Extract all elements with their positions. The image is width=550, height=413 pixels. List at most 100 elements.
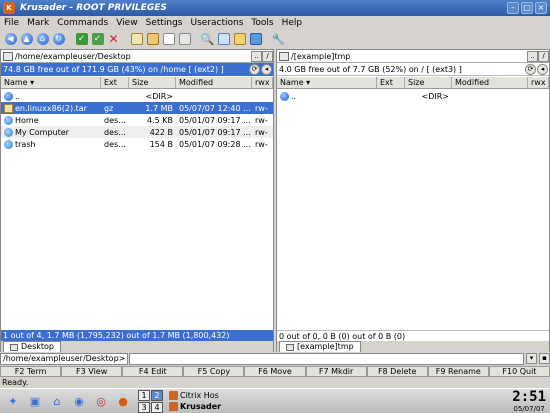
desktop-4[interactable]: 4 <box>151 401 163 413</box>
compare-icon[interactable] <box>216 32 231 47</box>
list-item[interactable]: .. <DIR> <box>1 90 273 102</box>
krusader-app-icon[interactable]: K <box>3 2 15 14</box>
desktop-1[interactable]: 1 <box>138 389 150 401</box>
move-icon[interactable] <box>145 32 160 47</box>
f10-quit-button[interactable]: F10 Quit <box>488 366 550 377</box>
view-icon[interactable] <box>177 32 192 47</box>
desktop-2[interactable]: 2 <box>151 389 163 401</box>
konqueror-icon[interactable]: ◉ <box>70 392 88 410</box>
home-icon[interactable]: ⌂ <box>35 32 50 47</box>
desktop-3[interactable]: 3 <box>138 401 150 413</box>
right-panel: /[example]tmp .. / 4.0 GB free out of 7.… <box>276 49 550 352</box>
menu-useractions[interactable]: Useractions <box>187 18 248 28</box>
terminal-emulator-button[interactable]: ▪ <box>539 353 550 364</box>
left-history-button[interactable]: .. <box>251 50 262 62</box>
back-icon[interactable]: ◀ <box>3 32 18 47</box>
computer-icon <box>4 127 13 137</box>
select-icon[interactable]: ✓ <box>74 32 89 47</box>
trash-icon <box>4 139 13 149</box>
list-item[interactable]: My Computer des... 422 B 05/01/07 09:17 … <box>1 126 273 138</box>
desktop-pager: 1 2 3 4 <box>138 389 163 413</box>
f7-mkdir-button[interactable]: F7 Mkdir <box>305 366 367 377</box>
f4-edit-button[interactable]: F4 Edit <box>122 366 184 377</box>
col-size[interactable]: Size <box>405 77 452 88</box>
menu-mark[interactable]: Mark <box>23 18 53 28</box>
right-file-list: .. <DIR> <box>277 90 549 102</box>
mkdir-icon[interactable] <box>161 32 176 47</box>
up-dir-icon <box>280 91 289 101</box>
folder-icon <box>286 343 294 351</box>
menu-view[interactable]: View <box>112 18 141 28</box>
right-panel-tabs: [example]tmp <box>277 341 549 352</box>
menu-tools[interactable]: Tools <box>247 18 277 28</box>
close-button[interactable]: × <box>535 2 547 14</box>
lifesaver-icon[interactable]: ◎ <box>92 392 110 410</box>
menu-settings[interactable]: Settings <box>142 18 187 28</box>
task-krusader[interactable]: Krusader <box>169 401 221 412</box>
col-rwx[interactable]: rwx <box>528 77 549 88</box>
firefox-icon[interactable]: ● <box>114 392 132 410</box>
right-history-button[interactable]: .. <box>527 50 538 62</box>
clock-date: 05/07/07 <box>513 404 545 413</box>
task-citrix[interactable]: Citrix Hos <box>169 390 221 401</box>
delete-icon[interactable]: ✕ <box>106 32 121 47</box>
desktop-icon[interactable]: ▣ <box>26 392 44 410</box>
f8-delete-button[interactable]: F8 Delete <box>366 366 428 377</box>
f3-view-button[interactable]: F3 View <box>61 366 123 377</box>
right-sync-browse-icon[interactable]: ⟳ <box>525 63 536 75</box>
col-name[interactable]: Name ▾ <box>1 77 101 88</box>
left-column-headers: Name ▾ Ext Size Modified rwx <box>1 77 273 89</box>
left-popup-icon[interactable]: ◂ <box>261 64 272 75</box>
col-ext[interactable]: Ext <box>377 77 405 88</box>
reload-icon[interactable]: ↻ <box>51 32 66 47</box>
sync-icon[interactable] <box>232 32 247 47</box>
f6-move-button[interactable]: F6 Move <box>244 366 306 377</box>
terminal-icon[interactable] <box>248 32 263 47</box>
kde-menu-icon[interactable]: ✦ <box>4 392 22 410</box>
config-icon[interactable]: 🔧 <box>271 32 286 47</box>
col-name[interactable]: Name ▾ <box>277 77 377 88</box>
col-ext[interactable]: Ext <box>101 77 129 88</box>
left-sync-browse-icon[interactable]: ⟳ <box>249 64 260 75</box>
menu-commands[interactable]: Commands <box>53 18 112 28</box>
col-modified[interactable]: Modified <box>452 77 528 88</box>
minimize-button[interactable]: – <box>507 2 519 14</box>
up-icon[interactable]: ▲ <box>19 32 34 47</box>
citrix-icon <box>169 391 178 400</box>
right-path[interactable]: /[example]tmp <box>291 52 527 61</box>
search-icon[interactable]: 🔍 <box>200 32 215 47</box>
col-rwx[interactable]: rwx <box>252 77 273 88</box>
maximize-button[interactable]: □ <box>521 2 533 14</box>
menu-help[interactable]: Help <box>278 18 307 28</box>
tab-desktop[interactable]: Desktop <box>3 341 61 352</box>
unselect-icon[interactable]: ✓ <box>90 32 105 47</box>
list-item[interactable]: Home des... 4.5 KB 05/01/07 09:17 ... rw… <box>1 114 273 126</box>
tab-tmp[interactable]: [example]tmp <box>279 341 361 352</box>
menu-file[interactable]: File <box>0 18 23 28</box>
f2-term-button[interactable]: F2 Term <box>0 366 62 377</box>
right-popup-icon[interactable]: ◂ <box>537 63 548 75</box>
copy-icon[interactable] <box>129 32 144 47</box>
right-bookmarks-button[interactable]: / <box>538 50 549 62</box>
left-panel-tabs: Desktop <box>1 341 273 352</box>
list-item[interactable]: .. <DIR> <box>277 90 549 102</box>
left-path[interactable]: /home/exampleuser/Desktop <box>15 52 251 61</box>
col-size[interactable]: Size <box>129 77 176 88</box>
left-bookmarks-button[interactable]: / <box>262 50 273 62</box>
list-item[interactable]: trash des... 154 B 05/01/07 09:28 ... rw… <box>1 138 273 150</box>
f9-rename-button[interactable]: F9 Rename <box>427 366 489 377</box>
list-item[interactable]: en.linuxx86(2).tar gz 1.7 MB 05/07/07 12… <box>1 102 273 114</box>
up-dir-icon <box>4 91 13 101</box>
clock[interactable]: 2:51 05/07/07 <box>512 389 546 413</box>
col-modified[interactable]: Modified <box>176 77 252 88</box>
f5-copy-button[interactable]: F5 Copy <box>183 366 245 377</box>
archive-file-icon <box>4 103 13 113</box>
command-input[interactable] <box>129 352 524 365</box>
title-bar: K Krusader - ROOT PRIVILEGES – □ × <box>0 0 550 16</box>
home-icon[interactable]: ⌂ <box>48 392 66 410</box>
taskbar: ✦ ▣ ⌂ ◉ ◎ ● 1 2 3 4 Citrix Hos Krusader … <box>0 388 550 413</box>
home-icon <box>4 115 13 125</box>
toolbar: ◀ ▲ ⌂ ↻ ✓ ✓ ✕ 🔍 🔧 <box>0 30 550 48</box>
command-history-button[interactable]: ▾ <box>526 353 537 364</box>
right-path-bar: /[example]tmp .. / <box>277 50 549 63</box>
